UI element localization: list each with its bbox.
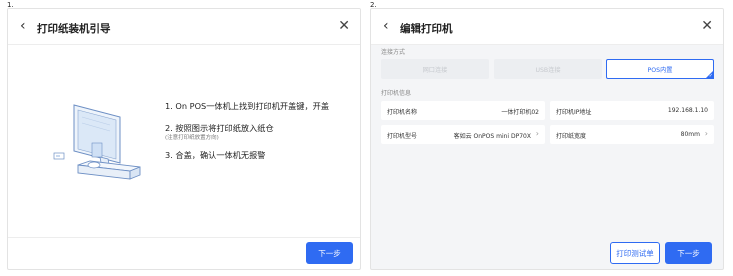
field-value: 80mm — [680, 131, 700, 138]
connection-section-label: 连接方式 — [381, 49, 406, 56]
instruction-step-1: 1. On POS一体机上找到打印机开盖键，开盖 — [165, 101, 330, 111]
connection-option-ethernet[interactable]: 网口连接 — [381, 59, 489, 79]
connection-option-pos-builtin[interactable]: POS内置 ✓ — [606, 59, 714, 79]
test-print-button[interactable]: 打印测试单 — [610, 242, 660, 264]
printer-name-field[interactable]: 打印机名称 一体打印机02 — [381, 101, 545, 120]
paper-loading-guide-dialog: ‹ 打印纸装机引导 ✕ 1. On POS一体机上找到打印机开盖键，开盖 2. … — [7, 8, 361, 270]
chevron-right-icon: › — [704, 129, 708, 138]
footer-divider — [8, 237, 360, 238]
chevron-left-icon[interactable]: ‹ — [383, 19, 389, 33]
field-value: 192.168.1.10 — [667, 107, 708, 114]
pos-terminal-illustration — [48, 99, 148, 183]
field-value: 一体打印机02 — [501, 109, 539, 116]
field-label: 打印机名称 — [387, 109, 418, 116]
chevron-right-icon: › — [535, 129, 539, 138]
dialog-header: ‹ 编辑打印机 ✕ — [371, 9, 723, 45]
edit-printer-dialog: ‹ 编辑打印机 ✕ 连接方式 网口连接 USB连接 POS内置 ✓ 打印机信息 … — [370, 8, 724, 270]
instruction-list: 1. On POS一体机上找到打印机开盖键，开盖 2. 按照图示将打印纸放入纸仓… — [165, 101, 355, 161]
field-label: 打印机型号 — [387, 133, 418, 140]
instruction-step-2: 2. 按照图示将打印纸放入纸仓 — [165, 123, 274, 133]
dialog-title: 打印纸装机引导 — [37, 23, 111, 35]
chevron-left-icon[interactable]: ‹ — [20, 19, 26, 33]
printer-model-select[interactable]: 打印机型号 客如云 OnPOS mini DP70X › — [381, 125, 545, 144]
field-value: 客如云 OnPOS mini DP70X — [453, 133, 531, 140]
next-button[interactable]: 下一步 — [306, 242, 353, 264]
connection-option-label: POS内置 — [647, 66, 673, 74]
printer-ip-field[interactable]: 打印机IP地址 192.168.1.10 — [550, 101, 714, 120]
connection-option-usb[interactable]: USB连接 — [494, 59, 602, 79]
next-button[interactable]: 下一步 — [665, 242, 712, 264]
close-icon[interactable]: ✕ — [701, 19, 713, 33]
check-icon: ✓ — [708, 73, 713, 79]
paper-width-select[interactable]: 打印纸宽度 80mm › — [550, 125, 714, 144]
field-label: 打印纸宽度 — [556, 133, 587, 140]
instruction-step-3: 3. 合盖，确认一体机无报警 — [165, 150, 266, 160]
info-section-label: 打印机信息 — [381, 90, 412, 97]
dialog-header: ‹ 打印纸装机引导 ✕ — [8, 9, 360, 45]
dialog-title: 编辑打印机 — [400, 23, 453, 35]
instruction-step-2-note: (注意打印纸放置方向) — [165, 135, 219, 141]
field-label: 打印机IP地址 — [556, 109, 592, 116]
close-icon[interactable]: ✕ — [338, 19, 350, 33]
